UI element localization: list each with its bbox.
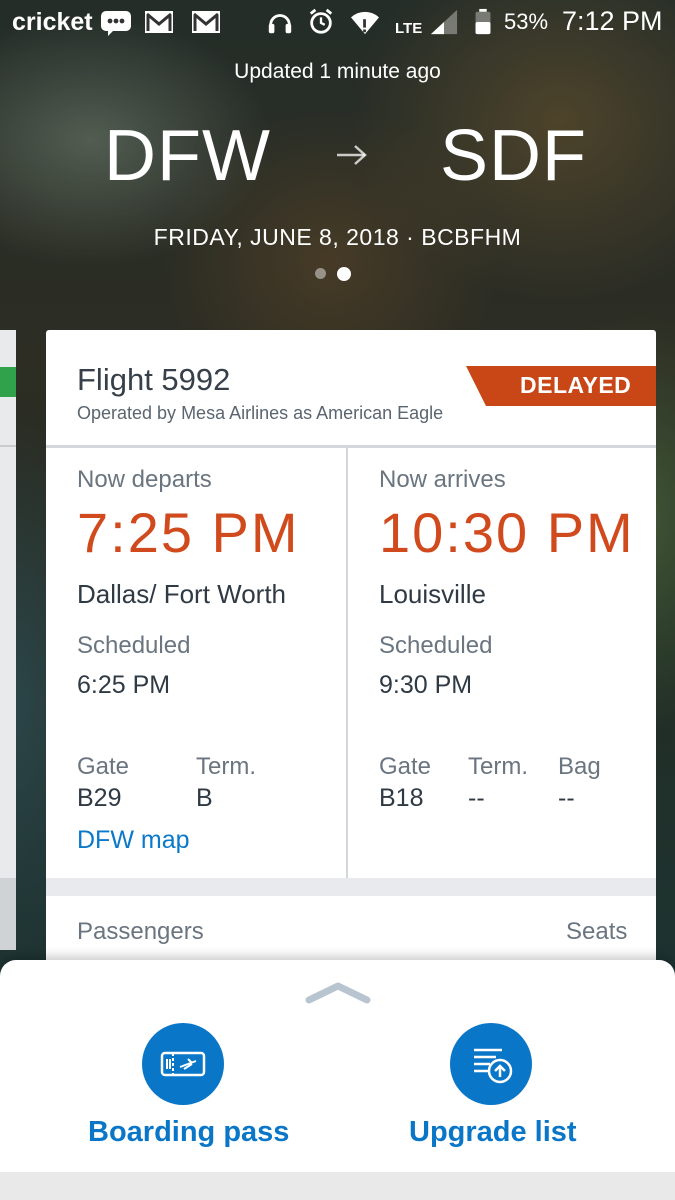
chevron-up-icon[interactable] [305,980,371,1006]
wifi-icon [351,11,379,35]
status-bar: cricket LTE 53% 7:12 PM [0,0,675,46]
bottom-action-sheet: Boarding pass Upgrade list [0,960,675,1172]
previous-card-status-bar [0,367,16,397]
arrival-gate: B18 [379,784,424,812]
upgrade-list-icon [474,1048,513,1084]
last-updated: Updated 1 minute ago [234,60,441,83]
origin-code: DFW [104,116,271,196]
arrival-term-label: Term. [468,753,528,780]
departure-city: Dallas/ Fort Worth [77,579,287,609]
arrival-bag: -- [558,784,575,812]
route-arrow-icon [337,145,367,165]
upgrade-list-button[interactable] [450,1023,532,1105]
system-nav-bar [0,1172,675,1200]
arrival-gate-label: Gate [379,753,432,780]
arrival-time: 10:30 PM [379,501,635,564]
departure-term: B [196,784,213,812]
flight-card[interactable]: Flight 5992 Operated by Mesa Airlines as… [46,330,656,970]
arrival-city: Louisville [379,579,486,609]
section-separator [46,878,656,896]
departure-scheduled-time: 6:25 PM [77,671,171,699]
departure-heading: Now departs [77,466,212,493]
seats-label: Seats [566,918,628,945]
departure-term-label: Term. [196,753,256,780]
boarding-pass-icon [160,1051,206,1077]
departure-gate-label: Gate [77,753,130,780]
flight-number: Flight 5992 [77,362,231,397]
previous-card-peek[interactable] [0,330,16,950]
previous-card-divider [0,445,16,447]
operated-by: Operated by Mesa Airlines as American Ea… [77,403,444,423]
departure-gate: B29 [77,784,122,812]
upgrade-list-label[interactable]: Upgrade list [409,1116,577,1149]
boarding-pass-button[interactable] [142,1023,224,1105]
dfw-map-link[interactable]: DFW map [77,826,190,855]
signal-icon [430,9,458,35]
arrival-scheduled-label: Scheduled [379,632,493,659]
date-and-record-locator: FRIDAY, JUNE 8, 2018 · BCBFHM [153,224,522,250]
headphones-icon [268,14,292,34]
status-clock: 7:12 PM [562,6,663,36]
carrier-name: cricket [12,8,93,36]
alarm-icon [309,8,333,34]
network-type: LTE [395,20,423,37]
previous-card-footer [0,878,16,950]
arrival-heading: Now arrives [379,466,506,493]
arrival-column: Now arrives 10:30 PM Louisville Schedule… [348,448,648,878]
arrival-term: -- [468,784,485,812]
page-dot-2-active[interactable] [337,267,351,281]
boarding-pass-label[interactable]: Boarding pass [88,1116,289,1149]
page-indicator[interactable] [310,266,370,282]
page-dot-1[interactable] [315,268,326,279]
departure-time: 7:25 PM [77,501,300,564]
passengers-label: Passengers [77,918,204,945]
arrival-scheduled-time: 9:30 PM [379,671,473,699]
gmail-icon-2 [192,11,220,33]
battery-icon [475,8,491,35]
departure-column: Now departs 7:25 PM Dallas/ Fort Worth S… [46,448,346,878]
status-badge-label: DELAYED [520,372,632,398]
departure-scheduled-label: Scheduled [77,632,191,659]
destination-code: SDF [440,116,587,196]
gmail-icon [145,11,173,33]
arrival-bag-label: Bag [558,753,601,780]
battery-percent: 53% [504,9,549,34]
message-icon [101,11,131,36]
